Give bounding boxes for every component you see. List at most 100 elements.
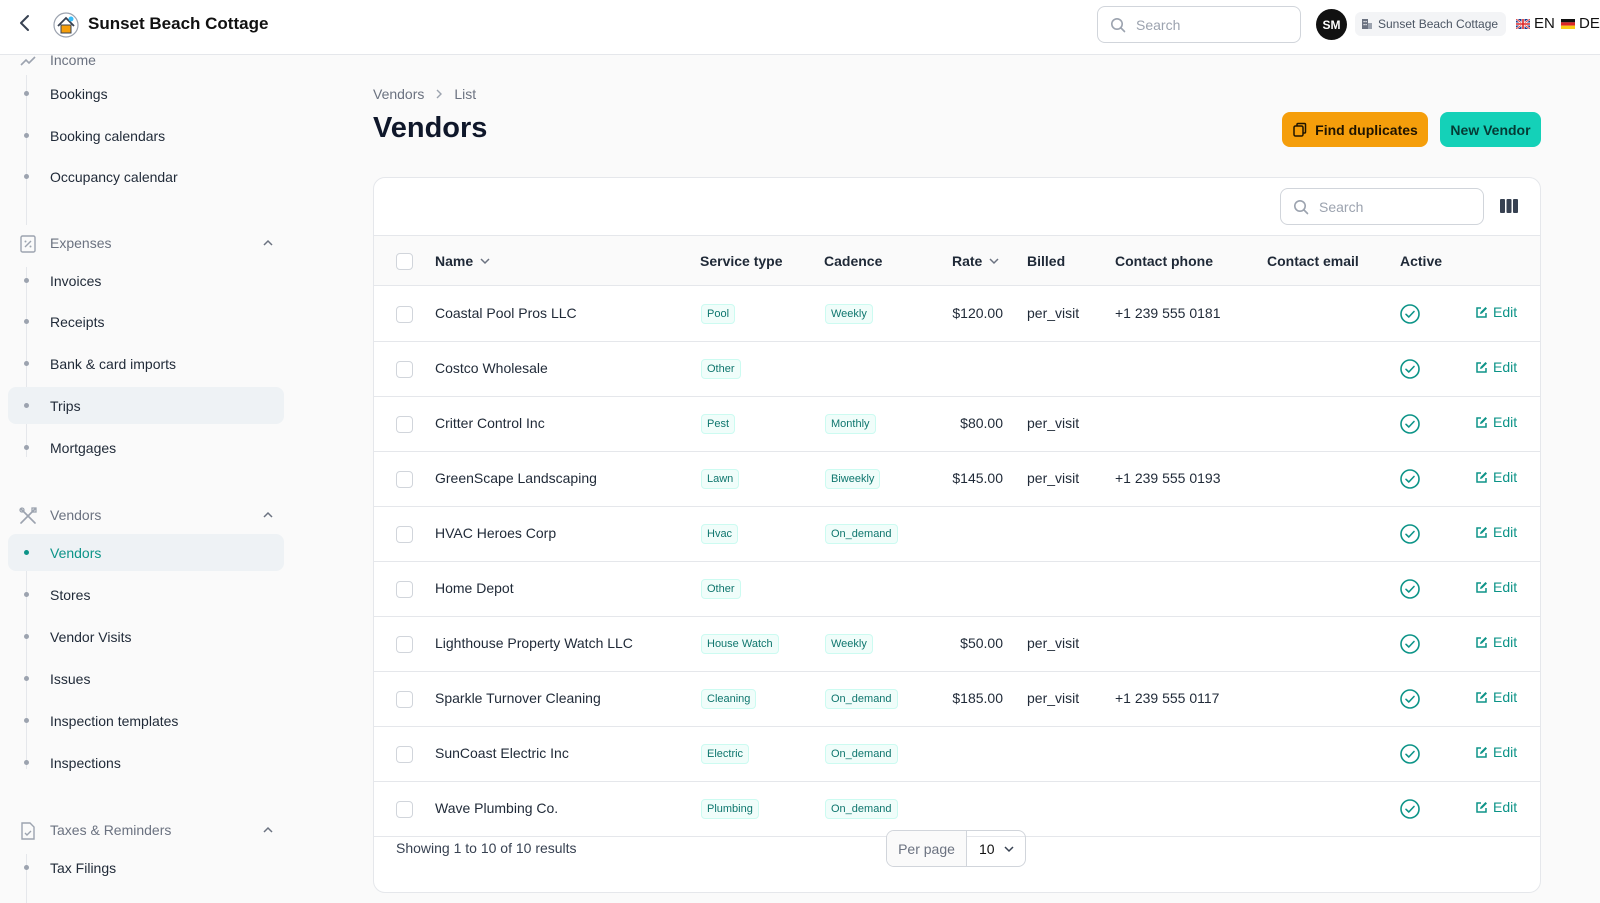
row-checkbox[interactable] [396,361,413,378]
table-row[interactable]: Home Depot Other Edit [374,562,1540,617]
sidebar-item-receipts[interactable]: Receipts [8,303,284,340]
contact-phone: +1 239 555 0193 [1115,470,1221,486]
uk-flag-icon [1516,18,1530,29]
table-search-input[interactable] [1319,197,1469,217]
edit-link[interactable]: Edit [1475,799,1517,815]
vendor-name: Coastal Pool Pros LLC [435,305,577,321]
edit-link[interactable]: Edit [1475,634,1517,650]
sidebar-item-issues[interactable]: Issues [8,660,284,697]
edit-link[interactable]: Edit [1475,689,1517,705]
nav-dot [24,592,29,597]
column-header-rate[interactable]: Rate [952,253,1000,269]
sidebar-item-bank-card-imports[interactable]: Bank & card imports [8,345,284,382]
sidebar-item-vendors[interactable]: Vendors [8,534,284,571]
nav-dot [24,760,29,765]
sidebar-group-vendors-label: Vendors [50,507,102,523]
edit-link[interactable]: Edit [1475,359,1517,375]
cadence-badge: Weekly [825,634,873,654]
sidebar-item-bookings[interactable]: Bookings [8,75,284,112]
breadcrumb-vendors-link[interactable]: Vendors [373,86,424,102]
row-checkbox[interactable] [396,636,413,653]
table-row[interactable]: Costco Wholesale Other Edit [374,342,1540,397]
chevron-down-icon [480,258,490,265]
edit-icon [1476,361,1487,373]
find-duplicates-button[interactable]: Find duplicates [1282,112,1428,147]
row-checkbox[interactable] [396,691,413,708]
contact-phone: +1 239 555 0181 [1115,305,1221,321]
sidebar-item-trips[interactable]: Trips [8,387,284,424]
cottage-logo-icon [53,12,79,38]
rate-value: $185.00 [952,690,1003,706]
edit-link[interactable]: Edit [1475,524,1517,540]
edit-icon [1476,471,1487,483]
sidebar-item-tax-filings[interactable]: Tax Filings [8,849,284,886]
per-page-dropdown[interactable]: 10 [967,831,1025,866]
row-checkbox[interactable] [396,471,413,488]
edit-link[interactable]: Edit [1475,579,1517,595]
table-row[interactable]: Wave Plumbing Co. Plumbing On_demand Edit [374,782,1540,837]
table-row[interactable]: HVAC Heroes Corp Hvac On_demand Edit [374,507,1540,562]
back-arrow-icon[interactable] [14,12,36,34]
pagination-summary: Showing 1 to 10 of 10 results [396,840,577,856]
edit-link[interactable]: Edit [1475,744,1517,760]
row-checkbox[interactable] [396,526,413,543]
nav-dot [24,133,29,138]
sidebar-group-expenses[interactable]: Expenses [8,226,284,260]
row-checkbox[interactable] [396,746,413,763]
cadence-badge: Monthly [825,414,876,434]
sidebar-item-inspections[interactable]: Inspections [8,744,284,781]
select-all-checkbox[interactable] [396,253,413,270]
row-checkbox[interactable] [396,801,413,818]
sidebar-group-income[interactable]: Income [8,55,284,77]
table-row[interactable]: Sparkle Turnover Cleaning Cleaning On_dema… [374,672,1540,727]
table-row[interactable]: Coastal Pool Pros LLC Pool Weekly $120.00 pe… [374,287,1540,342]
user-avatar[interactable]: SM [1316,9,1347,40]
sidebar-item-label: Bookings [50,85,108,102]
nav-dot [24,361,29,366]
service-type-badge: Plumbing [701,799,759,819]
vendor-name: GreenScape Landscaping [435,470,597,486]
column-header-name[interactable]: Name [435,253,491,269]
table-row[interactable]: GreenScape Landscaping Lawn Biweekly $145.0… [374,452,1540,507]
sidebar-item-inspection-templates[interactable]: Inspection templates [8,702,284,739]
edit-link[interactable]: Edit [1475,304,1517,320]
table-search[interactable] [1280,188,1484,225]
new-vendor-button[interactable]: New Vendor [1440,112,1541,147]
language-de[interactable]: DE [1561,15,1600,32]
columns-toggle-icon[interactable] [1498,196,1520,216]
sidebar-item-mortgages[interactable]: Mortgages [8,429,284,466]
row-checkbox[interactable] [396,416,413,433]
sidebar-item-vendor-visits[interactable]: Vendor Visits [8,618,284,655]
tenant-switcher[interactable]: Sunset Beach Cottage [1355,12,1507,36]
edit-link[interactable]: Edit [1475,414,1517,430]
service-type-badge: House Watch [701,634,779,654]
table-row[interactable]: Lighthouse Property Watch LLC House Watch… [374,617,1540,672]
de-flag-icon [1561,18,1575,29]
sidebar-group-taxes[interactable]: Taxes & Reminders [8,813,284,847]
row-checkbox[interactable] [396,581,413,598]
vendor-name: Critter Control Inc [435,415,545,431]
edit-link[interactable]: Edit [1475,469,1517,485]
sidebar-item-label: Inspection templates [50,712,179,729]
sidebar-item-stores[interactable]: Stores [8,576,284,613]
sidebar-item-booking-calendars[interactable]: Booking calendars [8,117,284,154]
service-type-badge: Electric [701,744,750,764]
new-vendor-label: New Vendor [1450,121,1531,138]
global-search[interactable] [1097,6,1301,43]
edit-icon [1476,746,1487,758]
per-page-select[interactable]: Per page 10 [886,830,1026,867]
sidebar-group-vendors[interactable]: Vendors [8,498,284,532]
table-row[interactable]: Critter Control Inc Pest Monthly $80.00 per_… [374,397,1540,452]
edit-icon [1476,581,1487,593]
column-header-label: Rate [952,253,983,269]
billed-value: per_visit [1027,305,1080,321]
language-en[interactable]: EN [1516,15,1555,32]
sidebar-item-invoices[interactable]: Invoices [8,262,284,299]
sidebar-item-occupancy-calendar[interactable]: Occupancy calendar [8,158,284,195]
table-row[interactable]: SunCoast Electric Inc Electric On_demand Ed… [374,727,1540,782]
row-checkbox[interactable] [396,306,413,323]
global-search-input[interactable] [1136,15,1286,35]
sidebar-group-income-label: Income [50,55,96,68]
vendor-name: Wave Plumbing Co. [435,800,559,816]
column-header-active: Active [1400,253,1442,269]
